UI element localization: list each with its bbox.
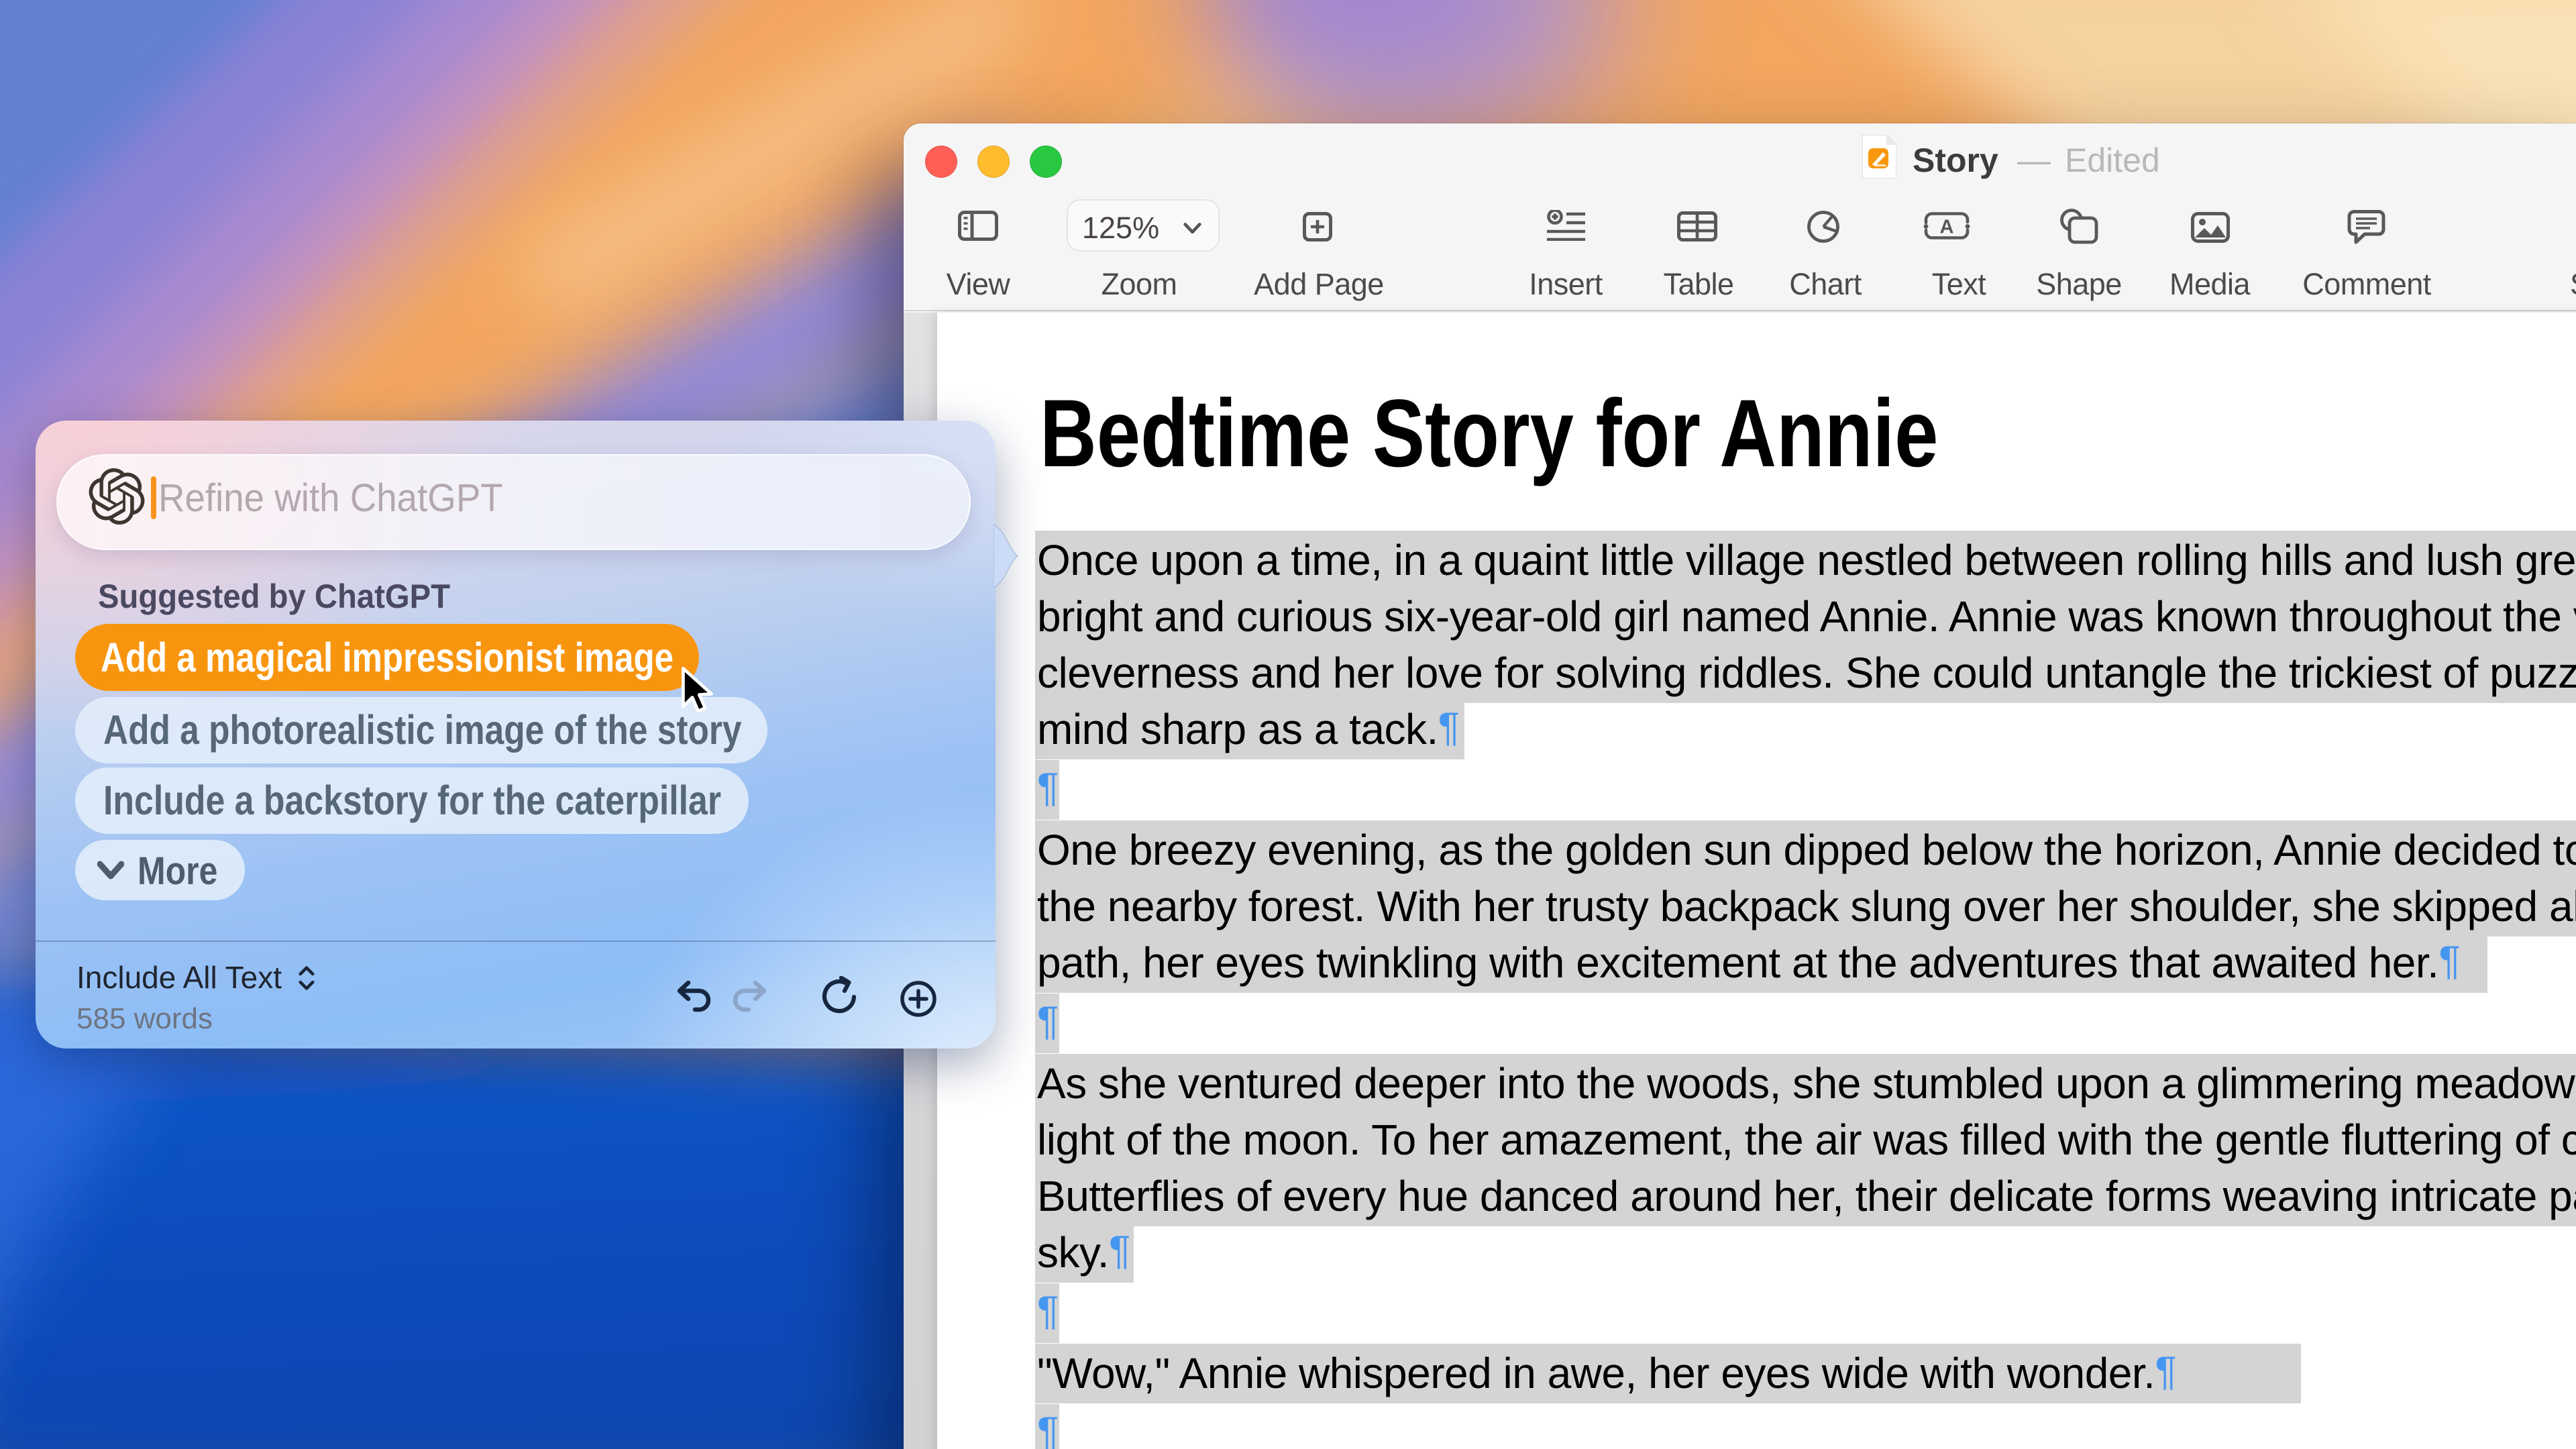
svg-text:A: A xyxy=(1940,217,1954,238)
